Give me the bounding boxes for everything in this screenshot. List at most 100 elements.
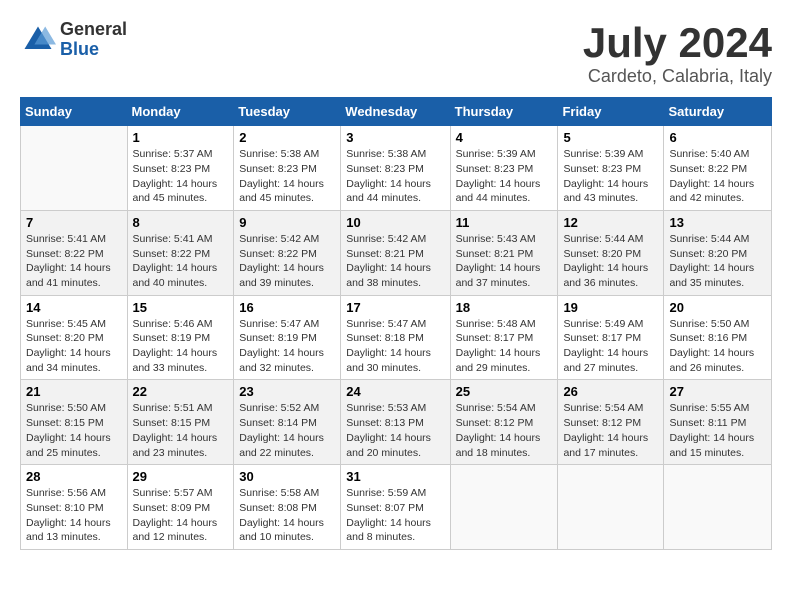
day-info: Sunrise: 5:41 AMSunset: 8:22 PMDaylight:… xyxy=(26,232,122,291)
day-info: Sunrise: 5:59 AMSunset: 8:07 PMDaylight:… xyxy=(346,486,444,545)
calendar-row: 1Sunrise: 5:37 AMSunset: 8:23 PMDaylight… xyxy=(21,126,772,211)
page-header: General Blue July 2024 Cardeto, Calabria… xyxy=(20,20,772,87)
day-number: 17 xyxy=(346,300,444,315)
day-info: Sunrise: 5:38 AMSunset: 8:23 PMDaylight:… xyxy=(346,147,444,206)
header-friday: Friday xyxy=(558,98,664,126)
table-row: 15 Sunrise: 5:46 AMSunset: 8:19 PMDayligh… xyxy=(127,295,234,380)
logo: General Blue xyxy=(20,20,127,60)
day-info: Sunrise: 5:48 AMSunset: 8:17 PMDaylight:… xyxy=(456,317,553,376)
header-saturday: Saturday xyxy=(664,98,772,126)
table-row xyxy=(558,465,664,550)
day-number: 19 xyxy=(563,300,658,315)
header-wednesday: Wednesday xyxy=(341,98,450,126)
day-number: 4 xyxy=(456,130,553,145)
table-row: 30 Sunrise: 5:58 AMSunset: 8:08 PMDayligh… xyxy=(234,465,341,550)
day-info: Sunrise: 5:57 AMSunset: 8:09 PMDaylight:… xyxy=(133,486,229,545)
table-row: 9Sunrise: 5:42 AMSunset: 8:22 PMDaylight… xyxy=(234,210,341,295)
location-title: Cardeto, Calabria, Italy xyxy=(583,66,772,87)
day-info: Sunrise: 5:43 AMSunset: 8:21 PMDaylight:… xyxy=(456,232,553,291)
table-row: 7 Sunrise: 5:41 AMSunset: 8:22 PMDaylight… xyxy=(21,210,128,295)
table-row: 22 Sunrise: 5:51 AMSunset: 8:15 PMDayligh… xyxy=(127,380,234,465)
table-row: 28 Sunrise: 5:56 AMSunset: 8:10 PMDayligh… xyxy=(21,465,128,550)
day-info: Sunrise: 5:41 AMSunset: 8:22 PMDaylight:… xyxy=(133,232,229,291)
day-number: 20 xyxy=(669,300,766,315)
day-info: Sunrise: 5:51 AMSunset: 8:15 PMDaylight:… xyxy=(133,401,229,460)
day-number: 26 xyxy=(563,384,658,399)
table-row: 1Sunrise: 5:37 AMSunset: 8:23 PMDaylight… xyxy=(127,126,234,211)
logo-blue: Blue xyxy=(60,40,127,60)
day-info: Sunrise: 5:44 AMSunset: 8:20 PMDaylight:… xyxy=(563,232,658,291)
table-row: 25 Sunrise: 5:54 AMSunset: 8:12 PMDayligh… xyxy=(450,380,558,465)
day-number: 31 xyxy=(346,469,444,484)
day-number: 5 xyxy=(563,130,658,145)
header-sunday: Sunday xyxy=(21,98,128,126)
day-info: Sunrise: 5:38 AMSunset: 8:23 PMDaylight:… xyxy=(239,147,335,206)
header-monday: Monday xyxy=(127,98,234,126)
day-info: Sunrise: 5:50 AMSunset: 8:16 PMDaylight:… xyxy=(669,317,766,376)
day-number: 27 xyxy=(669,384,766,399)
day-number: 3 xyxy=(346,130,444,145)
table-row: 26 Sunrise: 5:54 AMSunset: 8:12 PMDayligh… xyxy=(558,380,664,465)
day-info: Sunrise: 5:49 AMSunset: 8:17 PMDaylight:… xyxy=(563,317,658,376)
logo-text: General Blue xyxy=(60,20,127,60)
day-number: 12 xyxy=(563,215,658,230)
day-number: 7 xyxy=(26,215,122,230)
header-tuesday: Tuesday xyxy=(234,98,341,126)
day-info: Sunrise: 5:47 AMSunset: 8:19 PMDaylight:… xyxy=(239,317,335,376)
day-info: Sunrise: 5:37 AMSunset: 8:23 PMDaylight:… xyxy=(133,147,229,206)
table-row xyxy=(664,465,772,550)
day-number: 24 xyxy=(346,384,444,399)
day-info: Sunrise: 5:44 AMSunset: 8:20 PMDaylight:… xyxy=(669,232,766,291)
day-info: Sunrise: 5:56 AMSunset: 8:10 PMDaylight:… xyxy=(26,486,122,545)
calendar-row: 28 Sunrise: 5:56 AMSunset: 8:10 PMDayligh… xyxy=(21,465,772,550)
day-info: Sunrise: 5:50 AMSunset: 8:15 PMDaylight:… xyxy=(26,401,122,460)
day-number: 28 xyxy=(26,469,122,484)
day-number: 22 xyxy=(133,384,229,399)
table-row: 8 Sunrise: 5:41 AMSunset: 8:22 PMDaylight… xyxy=(127,210,234,295)
table-row: 18 Sunrise: 5:48 AMSunset: 8:17 PMDayligh… xyxy=(450,295,558,380)
day-info: Sunrise: 5:39 AMSunset: 8:23 PMDaylight:… xyxy=(456,147,553,206)
calendar-row: 7 Sunrise: 5:41 AMSunset: 8:22 PMDaylight… xyxy=(21,210,772,295)
table-row: 27 Sunrise: 5:55 AMSunset: 8:11 PMDayligh… xyxy=(664,380,772,465)
table-row: 20 Sunrise: 5:50 AMSunset: 8:16 PMDayligh… xyxy=(664,295,772,380)
title-section: July 2024 Cardeto, Calabria, Italy xyxy=(583,20,772,87)
day-info: Sunrise: 5:55 AMSunset: 8:11 PMDaylight:… xyxy=(669,401,766,460)
table-row: 2 Sunrise: 5:38 AMSunset: 8:23 PMDaylight… xyxy=(234,126,341,211)
day-info: Sunrise: 5:58 AMSunset: 8:08 PMDaylight:… xyxy=(239,486,335,545)
calendar-row: 21Sunrise: 5:50 AMSunset: 8:15 PMDayligh… xyxy=(21,380,772,465)
day-number: 23 xyxy=(239,384,335,399)
table-row: 23 Sunrise: 5:52 AMSunset: 8:14 PMDayligh… xyxy=(234,380,341,465)
table-row xyxy=(21,126,128,211)
logo-icon xyxy=(20,22,56,58)
table-row: 19 Sunrise: 5:49 AMSunset: 8:17 PMDayligh… xyxy=(558,295,664,380)
table-row: 13 Sunrise: 5:44 AMSunset: 8:20 PMDayligh… xyxy=(664,210,772,295)
day-info: Sunrise: 5:54 AMSunset: 8:12 PMDaylight:… xyxy=(456,401,553,460)
day-info: Sunrise: 5:42 AMSunset: 8:22 PMDaylight:… xyxy=(239,232,335,291)
calendar-row: 14Sunrise: 5:45 AMSunset: 8:20 PMDayligh… xyxy=(21,295,772,380)
table-row xyxy=(450,465,558,550)
day-number: 2 xyxy=(239,130,335,145)
day-number: 13 xyxy=(669,215,766,230)
table-row: 12 Sunrise: 5:44 AMSunset: 8:20 PMDayligh… xyxy=(558,210,664,295)
day-info: Sunrise: 5:54 AMSunset: 8:12 PMDaylight:… xyxy=(563,401,658,460)
day-number: 18 xyxy=(456,300,553,315)
day-number: 30 xyxy=(239,469,335,484)
day-number: 15 xyxy=(133,300,229,315)
day-number: 25 xyxy=(456,384,553,399)
day-number: 11 xyxy=(456,215,553,230)
header-thursday: Thursday xyxy=(450,98,558,126)
day-number: 16 xyxy=(239,300,335,315)
day-number: 29 xyxy=(133,469,229,484)
day-number: 8 xyxy=(133,215,229,230)
day-info: Sunrise: 5:46 AMSunset: 8:19 PMDaylight:… xyxy=(133,317,229,376)
table-row: 5Sunrise: 5:39 AMSunset: 8:23 PMDaylight… xyxy=(558,126,664,211)
day-info: Sunrise: 5:52 AMSunset: 8:14 PMDaylight:… xyxy=(239,401,335,460)
table-row: 4 Sunrise: 5:39 AMSunset: 8:23 PMDaylight… xyxy=(450,126,558,211)
table-row: 29 Sunrise: 5:57 AMSunset: 8:09 PMDayligh… xyxy=(127,465,234,550)
day-number: 10 xyxy=(346,215,444,230)
header-row: Sunday Monday Tuesday Wednesday Thursday… xyxy=(21,98,772,126)
day-info: Sunrise: 5:47 AMSunset: 8:18 PMDaylight:… xyxy=(346,317,444,376)
day-info: Sunrise: 5:42 AMSunset: 8:21 PMDaylight:… xyxy=(346,232,444,291)
day-number: 6 xyxy=(669,130,766,145)
calendar-table: Sunday Monday Tuesday Wednesday Thursday… xyxy=(20,97,772,550)
